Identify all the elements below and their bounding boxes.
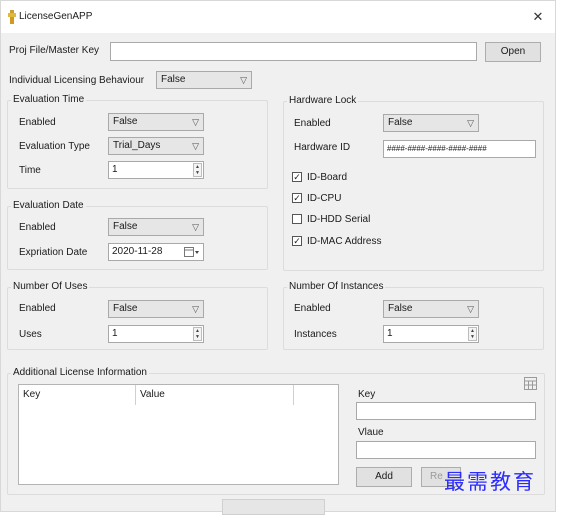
uses-enabled-value: False bbox=[113, 303, 138, 314]
chevron-down-icon: ▽ bbox=[192, 304, 199, 314]
key-label: Key bbox=[358, 389, 376, 400]
chevron-down-icon: ▽ bbox=[240, 75, 247, 85]
eval-date-enabled-select[interactable]: False ▽ bbox=[108, 218, 204, 236]
hardware-id-label: Hardware ID bbox=[294, 142, 351, 153]
chevron-down-icon: ▽ bbox=[467, 304, 474, 314]
time-spinner[interactable]: 1 ▲ ▼ bbox=[108, 161, 204, 179]
expiration-date-value: 2020-11-28 bbox=[112, 246, 163, 257]
proj-file-label: Proj File/Master Key bbox=[9, 45, 100, 56]
table-icon[interactable] bbox=[524, 377, 537, 390]
chevron-down-icon: ▽ bbox=[467, 118, 474, 128]
spinner-arrows-icon[interactable]: ▲ ▼ bbox=[468, 327, 477, 341]
column-header-key[interactable]: Key bbox=[19, 385, 136, 405]
instances-enabled-select[interactable]: False ▽ bbox=[383, 300, 479, 318]
id-hdd-serial-label: ID-HDD Serial bbox=[307, 214, 371, 225]
eval-time-enabled-label: Enabled bbox=[19, 117, 56, 128]
uses-label: Uses bbox=[19, 329, 42, 340]
individual-licensing-value: False bbox=[161, 74, 186, 85]
spinner-arrows-icon[interactable]: ▲ ▼ bbox=[193, 327, 202, 341]
chevron-down-icon: ▽ bbox=[192, 117, 199, 127]
value-input[interactable] bbox=[356, 441, 536, 459]
number-of-uses-title: Number Of Uses bbox=[11, 281, 90, 292]
number-of-instances-title: Number Of Instances bbox=[287, 281, 386, 292]
expiration-date-label: Expriation Date bbox=[19, 247, 88, 258]
uses-spinner[interactable]: 1 ▲ ▼ bbox=[108, 325, 204, 343]
calendar-icon[interactable] bbox=[184, 247, 200, 257]
proj-file-input[interactable] bbox=[110, 42, 477, 61]
spinner-arrows-icon[interactable]: ▲ ▼ bbox=[193, 163, 202, 177]
eval-type-label: Evaluation Type bbox=[19, 141, 90, 152]
time-label: Time bbox=[19, 165, 41, 176]
chevron-down-icon: ▽ bbox=[192, 222, 199, 232]
id-cpu-label: ID-CPU bbox=[307, 193, 342, 204]
hw-enabled-label: Enabled bbox=[294, 118, 331, 129]
eval-date-enabled-label: Enabled bbox=[19, 222, 56, 233]
instances-label: Instances bbox=[294, 329, 337, 340]
instances-value: 1 bbox=[387, 328, 393, 339]
close-button[interactable]: ✕ bbox=[529, 8, 547, 26]
chevron-down-icon: ▽ bbox=[192, 141, 199, 151]
expiration-date-picker[interactable]: 2020-11-28 bbox=[108, 243, 204, 261]
hw-enabled-select[interactable]: False ▽ bbox=[383, 114, 479, 132]
value-label: Vlaue bbox=[358, 427, 384, 438]
column-header-value[interactable]: Value bbox=[136, 385, 294, 405]
main-window: LicenseGenAPP ✕ Proj File/Master Key Ope… bbox=[0, 0, 556, 515]
individual-licensing-select[interactable]: False ▽ bbox=[156, 71, 252, 89]
instances-spinner[interactable]: 1 ▲ ▼ bbox=[383, 325, 479, 343]
individual-licensing-label: Individual Licensing Behaviour bbox=[9, 75, 145, 86]
hardware-id-field[interactable]: ####-####-####-####-#### bbox=[383, 140, 536, 158]
hardware-lock-title: Hardware Lock bbox=[287, 95, 359, 106]
id-board-label: ID-Board bbox=[307, 172, 348, 183]
title-bar: LicenseGenAPP ✕ bbox=[1, 1, 555, 33]
time-value: 1 bbox=[112, 164, 118, 175]
evaluation-date-title: Evaluation Date bbox=[11, 200, 86, 211]
eval-type-select[interactable]: Trial_Days ▽ bbox=[108, 137, 204, 155]
eval-date-enabled-value: False bbox=[113, 221, 138, 232]
id-board-checkbox[interactable]: ✓ bbox=[292, 172, 302, 182]
additional-info-title: Additional License Information bbox=[11, 367, 149, 378]
uses-value: 1 bbox=[112, 328, 118, 339]
id-mac-address-label: ID-MAC Address bbox=[307, 236, 382, 247]
instances-enabled-value: False bbox=[388, 303, 413, 314]
app-icon bbox=[8, 10, 16, 24]
id-mac-address-checkbox[interactable]: ✓ bbox=[292, 236, 302, 246]
eval-type-value: Trial_Days bbox=[113, 140, 161, 151]
window-title: LicenseGenAPP bbox=[19, 11, 93, 22]
uses-enabled-select[interactable]: False ▽ bbox=[108, 300, 204, 318]
id-cpu-checkbox[interactable]: ✓ bbox=[292, 193, 302, 203]
uses-enabled-label: Enabled bbox=[19, 303, 56, 314]
hw-enabled-value: False bbox=[388, 117, 413, 128]
eval-time-enabled-value: False bbox=[113, 116, 138, 127]
generate-button[interactable] bbox=[222, 499, 325, 515]
key-input[interactable] bbox=[356, 402, 536, 420]
additional-info-table[interactable]: Key Value bbox=[18, 384, 339, 485]
watermark-text: 最需教育 bbox=[444, 470, 536, 494]
instances-enabled-label: Enabled bbox=[294, 303, 331, 314]
eval-time-enabled-select[interactable]: False ▽ bbox=[108, 113, 204, 131]
add-button[interactable]: Add bbox=[356, 467, 412, 487]
id-hdd-serial-checkbox[interactable] bbox=[292, 214, 302, 224]
open-button[interactable]: Open bbox=[485, 42, 541, 62]
evaluation-time-title: Evaluation Time bbox=[11, 94, 87, 105]
